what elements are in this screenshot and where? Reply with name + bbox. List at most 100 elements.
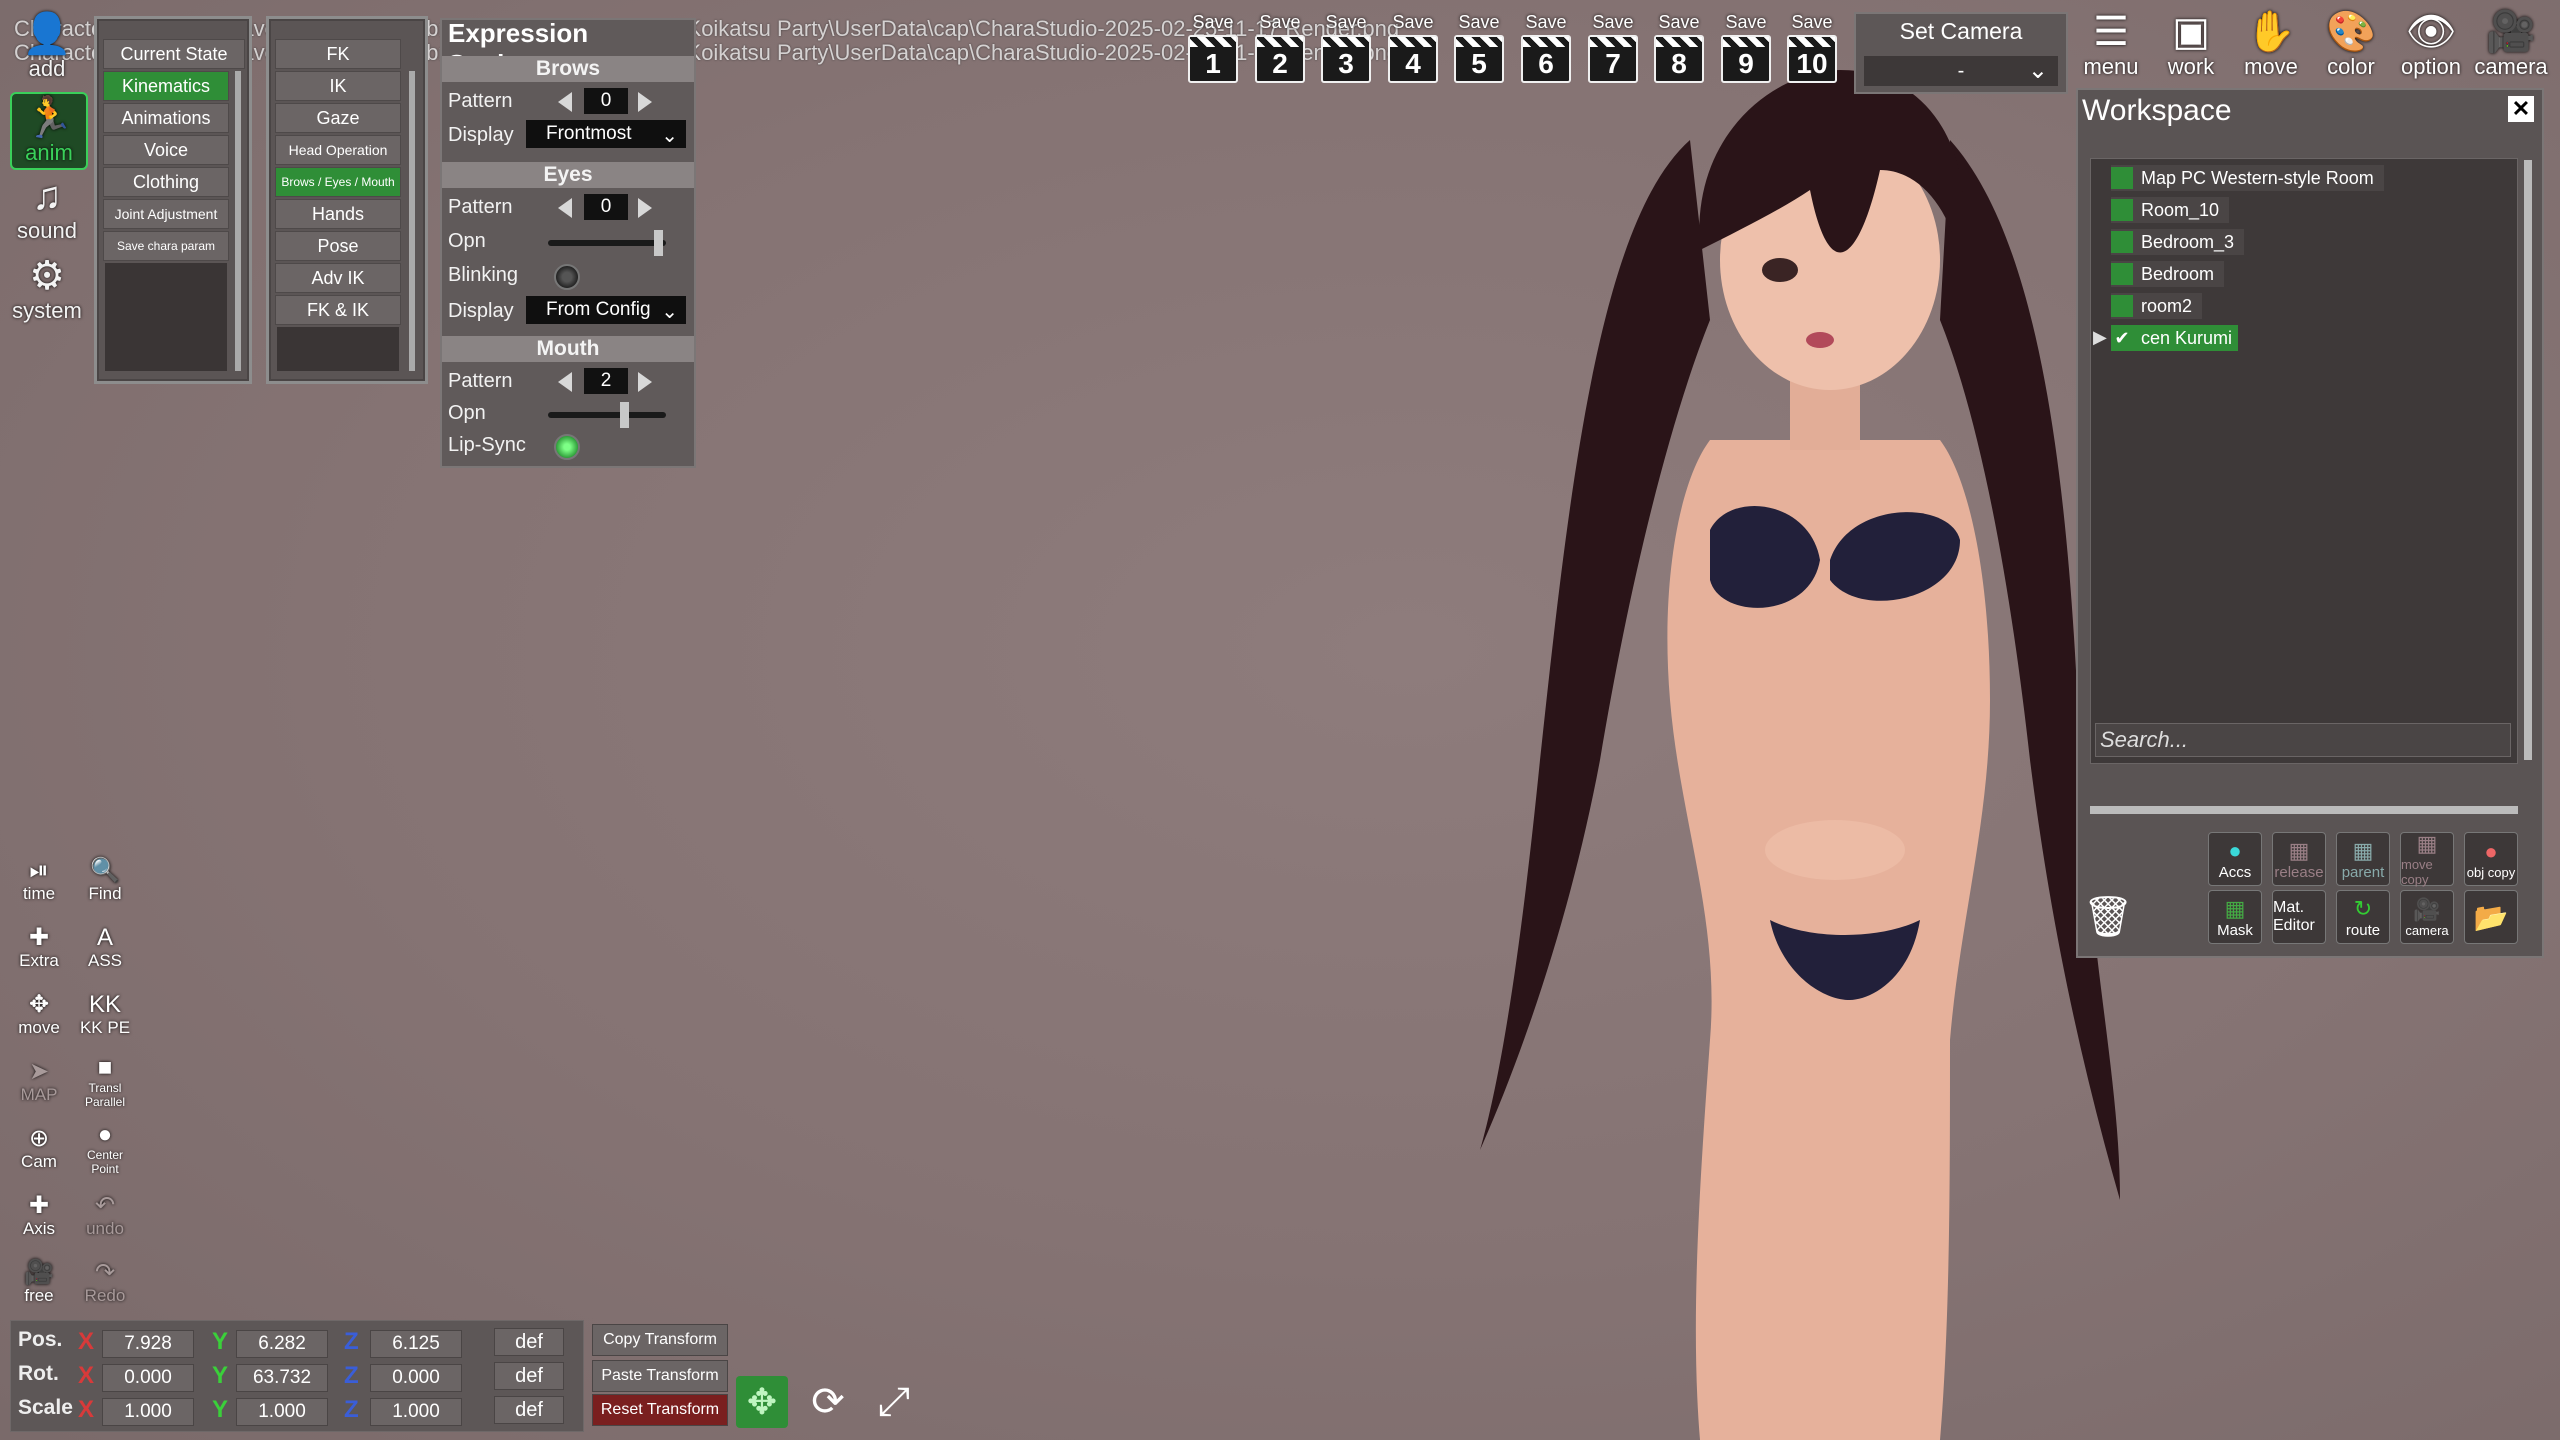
mat-editor-button[interactable]: Mat. Editor [2272,890,2326,944]
workspace-item-1[interactable]: Room_10 [2111,197,2230,223]
workspace-tree[interactable]: Map PC Western-style Room Room_10 Bedroo… [2090,158,2518,764]
scale-y-field[interactable]: 1.000 [236,1398,328,1426]
menu2-scrollbar[interactable] [409,71,415,371]
pos-y-field[interactable]: 6.282 [236,1330,328,1358]
mask-button[interactable]: ▦ Mask [2208,890,2262,944]
menu-hands[interactable]: Hands [275,199,401,229]
mouth-pattern-next[interactable] [638,372,652,392]
workspace-hscrollbar[interactable] [2090,806,2518,814]
trash-icon[interactable]: 🗑 [2082,890,2134,942]
time-tool-button[interactable]: ⏯ time [10,852,68,910]
pos-x-field[interactable]: 7.928 [102,1330,194,1358]
brows-pattern-prev[interactable] [558,92,572,112]
menu1-scrollbar[interactable] [235,71,241,371]
menu-save-chara-param[interactable]: Save chara param [103,231,229,261]
release-button[interactable]: ▦ release [2272,832,2326,886]
save-slot-3-button[interactable]: Save 3 [1317,12,1375,86]
save-slot-10-button[interactable]: Save 10 [1783,12,1841,86]
move-gizmo-icon[interactable]: ✥ [736,1376,788,1428]
ass-tool-button[interactable]: A ASS [76,919,134,977]
accs-button[interactable]: ● Accs [2208,832,2262,886]
sound-tool-button[interactable]: ♫ sound [10,172,84,246]
move-tool-button[interactable]: ✥ move [10,986,68,1044]
camera-tool-button[interactable]: 🎥 camera [2474,10,2548,80]
find-tool-button[interactable]: 🔍 Find [76,852,134,910]
brows-display-dropdown[interactable]: Frontmost ⌄ [526,120,686,148]
scale-z-field[interactable]: 1.000 [370,1398,462,1426]
obj-copy-button[interactable]: ● obj copy [2464,832,2518,886]
menu-kinematics[interactable]: Kinematics [103,71,229,101]
save-slot-5-button[interactable]: Save 5 [1450,12,1508,86]
workspace-scrollbar[interactable] [2524,160,2532,760]
mouth-pattern-value[interactable]: 2 [584,368,628,394]
eyes-display-dropdown[interactable]: From Config ⌄ [526,296,686,324]
scale-def-button[interactable]: def [494,1396,564,1424]
character-figure[interactable] [1480,60,2180,1440]
menu-tool-button[interactable]: ☰ menu [2074,10,2148,80]
workspace-item-2[interactable]: Bedroom_3 [2111,229,2245,255]
eyes-pattern-prev[interactable] [558,198,572,218]
parent-button[interactable]: ▦ parent [2336,832,2390,886]
free-tool-button[interactable]: 🎥 free [10,1254,68,1312]
menu-adv-ik[interactable]: Adv IK [275,263,401,293]
menu-animations[interactable]: Animations [103,103,229,133]
undo-tool-button[interactable]: ↶ undo [76,1187,134,1245]
rot-z-field[interactable]: 0.000 [370,1364,462,1392]
kk-pe-tool-button[interactable]: KK KK PE [76,986,134,1044]
mouth-opn-slider-knob[interactable] [620,402,629,428]
save-slot-2-button[interactable]: Save 2 [1251,12,1309,86]
menu-current-state[interactable]: Current State [103,39,245,69]
option-tool-button[interactable]: 👁 option [2394,10,2468,80]
checkbox[interactable] [2111,199,2133,221]
folder-button[interactable]: 📂 [2464,890,2518,944]
menu-brows-eyes-mouth[interactable]: Brows / Eyes / Mouth [275,167,401,197]
close-icon[interactable]: ✕ [2508,96,2534,122]
save-slot-7-button[interactable]: Save 7 [1584,12,1642,86]
mouth-pattern-prev[interactable] [558,372,572,392]
brows-pattern-value[interactable]: 0 [584,88,628,114]
cam-tool-button[interactable]: ⊕ Cam [10,1120,68,1178]
add-tool-button[interactable]: 👤 add [10,10,84,84]
center-point-tool-button[interactable]: ● Center Point [76,1120,134,1178]
map-tool-button[interactable]: ➤ MAP [10,1053,68,1111]
eyes-pattern-value[interactable]: 0 [584,194,628,220]
copy-transform-button[interactable]: Copy Transform [592,1324,728,1356]
checkbox[interactable] [2111,295,2133,317]
menu-head-operation[interactable]: Head Operation [275,135,401,165]
menu-gaze[interactable]: Gaze [275,103,401,133]
brows-pattern-next[interactable] [638,92,652,112]
pos-z-field[interactable]: 6.125 [370,1330,462,1358]
menu-fk[interactable]: FK [275,39,401,69]
reset-transform-button[interactable]: Reset Transform [592,1394,728,1426]
workspace-item-4[interactable]: room2 [2111,293,2203,319]
eyes-opn-slider[interactable] [548,240,666,246]
transl-parallel-tool-button[interactable]: ■ Transl Parallel [76,1053,134,1111]
system-tool-button[interactable]: ⚙ system [10,252,84,326]
scale-x-field[interactable]: 1.000 [102,1398,194,1426]
rot-x-field[interactable]: 0.000 [102,1364,194,1392]
rot-def-button[interactable]: def [494,1362,564,1390]
checkbox[interactable] [2111,167,2133,189]
checkbox[interactable] [2111,263,2133,285]
camera-object-button[interactable]: 🎥 camera [2400,890,2454,944]
save-slot-1-button[interactable]: Save 1 [1184,12,1242,86]
menu-clothing[interactable]: Clothing [103,167,229,197]
anim-tool-button[interactable]: 🏃 anim [10,92,88,170]
route-button[interactable]: ↻ route [2336,890,2390,944]
rot-y-field[interactable]: 63.732 [236,1364,328,1392]
save-slot-4-button[interactable]: Save 4 [1384,12,1442,86]
redo-tool-button[interactable]: ↷ Redo [76,1254,134,1312]
expand-arrow-icon[interactable]: ▶ [2093,327,2107,348]
save-slot-6-button[interactable]: Save 6 [1517,12,1575,86]
menu-voice[interactable]: Voice [103,135,229,165]
menu-ik[interactable]: IK [275,71,401,101]
menu-pose[interactable]: Pose [275,231,401,261]
menu-fk-ik[interactable]: FK & IK [275,295,401,325]
save-slot-9-button[interactable]: Save 9 [1717,12,1775,86]
eyes-pattern-next[interactable] [638,198,652,218]
axis-tool-button[interactable]: ✚ Axis [10,1187,68,1245]
workspace-item-0[interactable]: Map PC Western-style Room [2111,165,2384,191]
paste-transform-button[interactable]: Paste Transform [592,1360,728,1392]
save-slot-8-button[interactable]: Save 8 [1650,12,1708,86]
eyes-blinking-toggle[interactable] [554,264,580,290]
